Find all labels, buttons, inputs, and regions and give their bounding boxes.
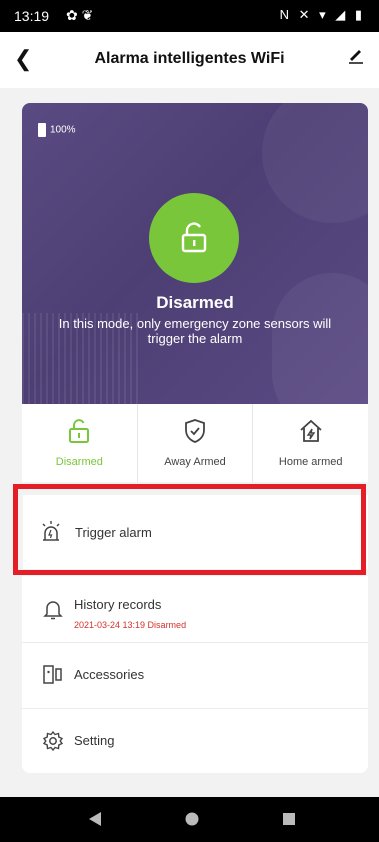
decor-shape [262, 103, 368, 223]
status-left-icons: ✿ ❦ [66, 7, 94, 23]
mode-title: Disarmed [156, 293, 234, 312]
mode-label: Disarmed [55, 456, 103, 468]
mode-disarmed-button[interactable]: Disarmed [22, 404, 138, 482]
status-bar: 13:19 ✿ ❦ N ✕ ▾ ◢ ▮ [0, 0, 379, 32]
mode-label: Away Armed [164, 456, 226, 468]
bell-icon [42, 598, 64, 625]
unlock-icon [69, 419, 90, 443]
mode-away-armed-button[interactable]: Away Armed [138, 404, 254, 482]
mode-selector: Disarmed Away Armed Home armed [22, 404, 368, 482]
history-records-label: History records [74, 597, 162, 612]
highlight-box [13, 484, 366, 575]
history-last-record: 2021-03-24 13:19 Disarmed [74, 620, 187, 630]
recents-nav-icon[interactable] [281, 811, 297, 832]
mode-label: Home armed [278, 456, 343, 468]
system-nav-bar [0, 797, 379, 842]
menu-list: History records 2021-03-24 13:19 Disarme… [22, 576, 368, 773]
status-hero-card: 100% Disarmed In this mode, only emergen… [22, 103, 368, 404]
shield-check-icon [185, 419, 205, 443]
top-bar: ❮ Alarma intelligentes WiFi [0, 32, 379, 88]
unlock-icon [181, 222, 207, 253]
battery-indicator: 100% [38, 123, 76, 137]
history-records-row[interactable]: History records 2021-03-24 13:19 Disarme… [22, 576, 368, 643]
setting-label: Setting [74, 733, 115, 748]
battery-level: 100% [50, 124, 76, 136]
back-nav-icon[interactable] [87, 811, 103, 832]
page-title: Alarma intelligentes WiFi [94, 50, 285, 67]
accessories-label: Accessories [74, 667, 145, 682]
setting-row[interactable]: Setting [22, 708, 368, 774]
status-time: 13:19 [14, 8, 50, 24]
battery-icon [38, 123, 46, 137]
gear-icon [42, 730, 64, 757]
edit-icon[interactable] [347, 46, 365, 69]
mode-description: In this mode, only emergency zone sensor… [58, 316, 332, 346]
accessories-row[interactable]: Accessories [22, 642, 368, 709]
home-nav-icon[interactable] [184, 811, 200, 832]
disarm-lock-button[interactable] [149, 193, 239, 283]
accessories-icon [42, 664, 66, 691]
status-right-icons: N ✕ ▾ ◢ ▮ [279, 7, 365, 22]
home-bolt-icon [300, 419, 322, 442]
mode-home-armed-button[interactable]: Home armed [253, 404, 368, 482]
